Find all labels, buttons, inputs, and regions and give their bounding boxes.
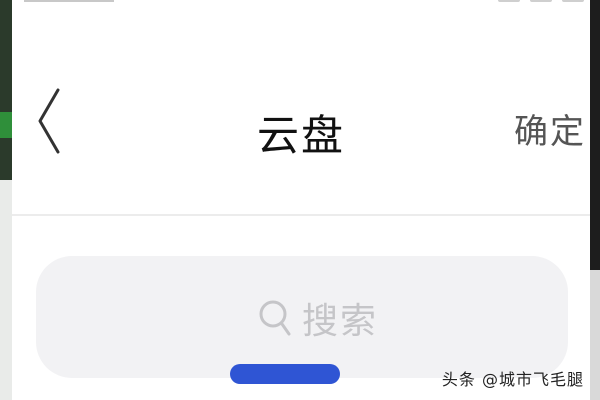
- background-app-mark: [0, 112, 12, 138]
- background-app-strip: [0, 180, 12, 400]
- search-icon: [258, 298, 292, 338]
- navigation-bar: 云盘 确定: [12, 60, 590, 210]
- header-divider: [12, 214, 590, 216]
- screen: 云盘 确定 搜索 头条 @城市飞毛腿: [0, 0, 600, 400]
- search-content: 搜索: [258, 292, 378, 344]
- watermark: 头条 @城市飞毛腿: [441, 370, 584, 389]
- tab-indicator: [230, 364, 340, 384]
- status-icons: [498, 0, 584, 2]
- signal-icon: [498, 0, 520, 2]
- page-title: 云盘: [256, 111, 345, 160]
- search-placeholder: 搜索: [302, 301, 379, 342]
- battery-icon: [562, 0, 584, 2]
- search-input[interactable]: 搜索: [36, 256, 568, 378]
- status-bar: [24, 0, 584, 10]
- confirm-button[interactable]: 确定: [514, 104, 586, 153]
- wifi-icon: [530, 0, 552, 2]
- background-app-edge-left: [0, 0, 12, 400]
- background-app-edge-right: [590, 0, 600, 400]
- status-carrier: [24, 0, 114, 2]
- background-app-strip-right: [590, 270, 600, 400]
